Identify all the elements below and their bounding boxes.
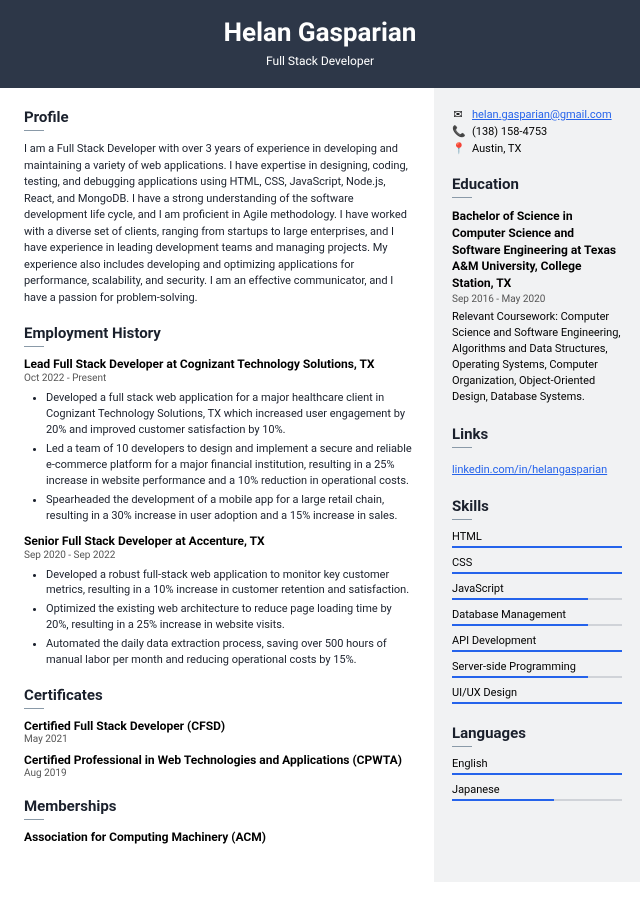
person-name: Helan Gasparian <box>0 18 640 48</box>
skill-bar <box>452 676 622 678</box>
skill-name: UI/UX Design <box>452 686 622 699</box>
skill-name: HTML <box>452 530 622 543</box>
job-bullet: Automated the daily data extraction proc… <box>46 636 414 668</box>
links-heading: Links <box>452 425 622 443</box>
education-heading: Education <box>452 175 622 193</box>
skill-bar <box>452 546 622 548</box>
certificates-section: Certificates Certified Full Stack Develo… <box>24 686 414 779</box>
profile-section: Profile I am a Full Stack Developer with… <box>24 108 414 306</box>
employment-heading: Employment History <box>24 324 414 342</box>
links-section: Links linkedin.com/in/helangasparian <box>452 425 622 477</box>
job-title: Senior Full Stack Developer at Accenture… <box>24 534 414 548</box>
skills-section: Skills HTML CSS JavaScript Database Managem… <box>452 497 622 704</box>
skill-name: Server-side Programming <box>452 660 622 673</box>
cert-title: Certified Full Stack Developer (CFSD) <box>24 719 414 733</box>
job-dates: Sep 2020 - Sep 2022 <box>24 550 414 561</box>
skill-name: Japanese <box>452 783 622 796</box>
cert-date: Aug 2019 <box>24 768 414 779</box>
job-bullet: Spearheaded the development of a mobile … <box>46 492 414 524</box>
skill-item: HTML <box>452 530 622 548</box>
skill-item: JavaScript <box>452 582 622 600</box>
contact-phone: (138) 158-4753 <box>472 125 547 138</box>
memberships-section: Memberships Association for Computing Ma… <box>24 797 414 844</box>
languages-section: Languages English Japanese <box>452 724 622 801</box>
skill-item: CSS <box>452 556 622 574</box>
skill-item: Japanese <box>452 783 622 801</box>
skill-name: JavaScript <box>452 582 622 595</box>
profile-heading: Profile <box>24 108 414 126</box>
education-section: Education Bachelor of Science in Compute… <box>452 175 622 405</box>
job-dates: Oct 2022 - Present <box>24 373 414 384</box>
phone-icon: 📞 <box>452 125 464 138</box>
employment-section: Employment History Lead Full Stack Devel… <box>24 324 414 668</box>
skill-bar <box>452 702 622 704</box>
job-title: Lead Full Stack Developer at Cognizant T… <box>24 357 414 371</box>
skill-bar <box>452 572 622 574</box>
link-linkedin[interactable]: linkedin.com/in/helangasparian <box>452 463 607 476</box>
skill-item: Server-side Programming <box>452 660 622 678</box>
skill-name: English <box>452 757 622 770</box>
skill-item: API Development <box>452 634 622 652</box>
contact-email[interactable]: helan.gasparian@gmail.com <box>472 108 612 121</box>
skill-name: Database Management <box>452 608 622 621</box>
location-icon: 📍 <box>452 142 464 155</box>
cert-date: May 2021 <box>24 734 414 745</box>
memberships-heading: Memberships <box>24 797 414 815</box>
contact-section: ✉ helan.gasparian@gmail.com 📞 (138) 158-… <box>452 108 622 155</box>
skill-item: Database Management <box>452 608 622 626</box>
membership-title: Association for Computing Machinery (ACM… <box>24 830 414 844</box>
job-bullet: Optimized the existing web architecture … <box>46 601 414 633</box>
skill-bar <box>452 799 622 801</box>
contact-location: Austin, TX <box>472 142 521 155</box>
profile-text: I am a Full Stack Developer with over 3 … <box>24 141 414 306</box>
skill-item: English <box>452 757 622 775</box>
skill-bar <box>452 598 622 600</box>
email-icon: ✉ <box>452 108 464 121</box>
skill-item: UI/UX Design <box>452 686 622 704</box>
job-bullet: Led a team of 10 developers to design an… <box>46 441 414 489</box>
cert-title: Certified Professional in Web Technologi… <box>24 753 414 767</box>
header: Helan Gasparian Full Stack Developer <box>0 0 640 88</box>
job-bullet: Developed a robust full-stack web applic… <box>46 567 414 599</box>
person-role: Full Stack Developer <box>0 54 640 68</box>
education-degree: Bachelor of Science in Computer Science … <box>452 208 622 292</box>
certificates-heading: Certificates <box>24 686 414 704</box>
skills-heading: Skills <box>452 497 622 515</box>
job-bullet: Developed a full stack web application f… <box>46 390 414 438</box>
skill-bar <box>452 624 622 626</box>
main-column: Profile I am a Full Stack Developer with… <box>0 88 434 882</box>
skill-name: CSS <box>452 556 622 569</box>
languages-heading: Languages <box>452 724 622 742</box>
sidebar: ✉ helan.gasparian@gmail.com 📞 (138) 158-… <box>434 88 640 882</box>
education-text: Relevant Coursework: Computer Science an… <box>452 309 622 405</box>
skill-bar <box>452 650 622 652</box>
skill-name: API Development <box>452 634 622 647</box>
education-dates: Sep 2016 - May 2020 <box>452 294 622 305</box>
skill-bar <box>452 773 622 775</box>
